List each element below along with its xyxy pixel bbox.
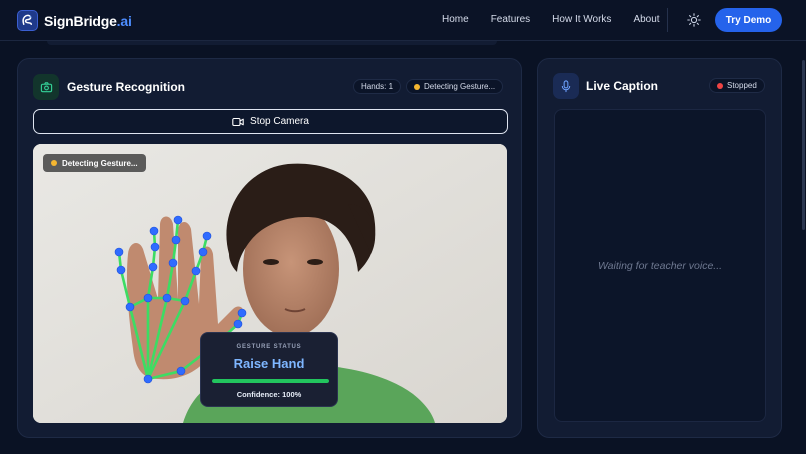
- video-camera-icon: [232, 117, 244, 126]
- brand-logo[interactable]: SignBridge.ai: [17, 10, 132, 31]
- page-scrollbar[interactable]: [802, 60, 805, 230]
- nav-link-about[interactable]: About: [633, 14, 659, 25]
- panel-title: Gesture Recognition: [67, 80, 186, 94]
- gesture-status-card: GESTURE STATUS Raise Hand Confidence: 10…: [200, 332, 338, 407]
- panel-title: Live Caption: [586, 79, 659, 93]
- detecting-status-text: Detecting Gesture...: [424, 82, 496, 91]
- stopped-dot-icon: [717, 82, 723, 89]
- nav-link-home[interactable]: Home: [442, 14, 469, 25]
- navbar: SignBridge.ai Home Features How It Works…: [0, 0, 806, 41]
- status-dot-icon: [51, 160, 57, 166]
- detecting-overlay-text: Detecting Gesture...: [62, 158, 138, 168]
- caption-state-text: Stopped: [727, 81, 757, 90]
- camera-feed: Detecting Gesture... GESTURE STATUS Rais…: [33, 144, 507, 423]
- hands-count-text: Hands: 1: [361, 82, 394, 91]
- microphone-icon: [553, 73, 579, 99]
- live-caption-panel: Live Caption Stopped Waiting for teacher…: [537, 58, 782, 438]
- sign-hand-logo-icon: [17, 10, 38, 31]
- camera-icon: [33, 74, 59, 100]
- caption-placeholder: Waiting for teacher voice...: [597, 259, 723, 272]
- detecting-overlay-badge: Detecting Gesture...: [43, 154, 146, 172]
- nav-link-features[interactable]: Features: [491, 14, 530, 25]
- status-dot-icon: [414, 83, 420, 90]
- nav-link-how-it-works[interactable]: How It Works: [552, 14, 611, 25]
- confidence-bar-fill: [212, 379, 329, 383]
- gesture-recognition-panel: Gesture Recognition Hands: 1 Detecting G…: [17, 58, 522, 438]
- previous-section-edge: [47, 41, 497, 45]
- nav-links: Home Features How It Works About: [442, 14, 682, 25]
- confidence-bar: [212, 379, 329, 383]
- sun-icon[interactable]: [686, 12, 702, 28]
- stop-camera-label: Stop Camera: [250, 116, 309, 127]
- confidence-text: Confidence: 100%: [236, 390, 302, 399]
- try-demo-button[interactable]: Try Demo: [715, 8, 782, 32]
- caption-state-badge: Stopped: [709, 78, 765, 93]
- brand-name: SignBridge.ai: [44, 12, 132, 29]
- gesture-status-label: GESTURE STATUS: [236, 344, 302, 350]
- stop-camera-button[interactable]: Stop Camera: [33, 109, 508, 134]
- detecting-status-badge: Detecting Gesture...: [406, 79, 504, 94]
- caption-display: Waiting for teacher voice...: [554, 109, 766, 422]
- gesture-status-value: Raise Hand: [233, 356, 305, 371]
- hands-count-badge: Hands: 1: [353, 79, 402, 94]
- nav-divider: [667, 8, 668, 32]
